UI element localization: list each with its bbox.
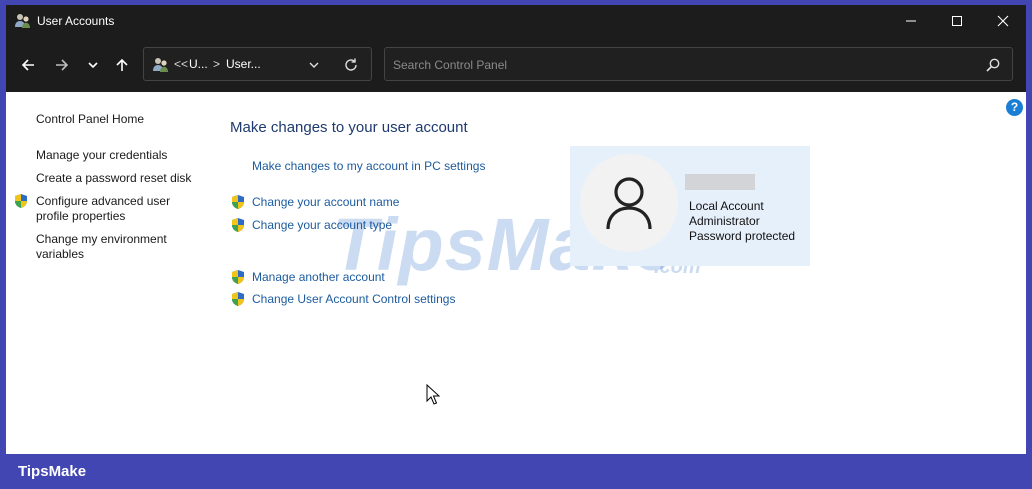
user-accounts-icon bbox=[153, 58, 168, 72]
chevron-down-icon[interactable] bbox=[306, 57, 322, 73]
pc-settings-link[interactable]: Make changes to my account in PC setting… bbox=[252, 159, 485, 173]
page-title: Make changes to your user account bbox=[230, 119, 468, 136]
search-box[interactable] bbox=[384, 47, 1013, 81]
user-accounts-window: User Accounts << U... > User... Search C… bbox=[6, 5, 1026, 454]
change-account-name-link[interactable]: Change your account name bbox=[252, 195, 399, 209]
uac-shield-icon bbox=[232, 270, 244, 284]
configure-profile-link-line2[interactable]: profile properties bbox=[36, 209, 125, 224]
mouse-cursor-icon bbox=[426, 384, 440, 405]
search-input[interactable] bbox=[393, 56, 973, 74]
maximize-button[interactable] bbox=[934, 5, 980, 37]
search-icon[interactable] bbox=[985, 57, 1001, 73]
control-panel-home-link[interactable]: Control Panel Home bbox=[36, 112, 144, 127]
up-button[interactable] bbox=[109, 53, 135, 77]
breadcrumb-item[interactable]: User... bbox=[226, 57, 261, 71]
close-icon bbox=[997, 15, 1009, 27]
window-title: User Accounts bbox=[37, 14, 115, 28]
uac-settings-link[interactable]: Change User Account Control settings bbox=[252, 292, 455, 306]
avatar bbox=[580, 154, 678, 252]
change-account-type-link[interactable]: Change your account type bbox=[252, 218, 392, 232]
refresh-icon[interactable] bbox=[343, 57, 359, 73]
forward-button[interactable] bbox=[49, 53, 75, 77]
help-icon[interactable]: ? bbox=[1006, 99, 1023, 116]
uac-shield-icon bbox=[232, 292, 244, 306]
account-role-text: Administrator bbox=[689, 214, 760, 228]
brand-logo-text: TipsMake bbox=[18, 463, 87, 480]
account-card: Local Account Administrator Password pro… bbox=[570, 146, 810, 266]
password-reset-disk-link[interactable]: Create a password reset disk bbox=[36, 171, 191, 186]
arrow-left-icon bbox=[21, 59, 34, 71]
content-area: ? Control Panel Home Manage your credent… bbox=[6, 92, 1026, 454]
navigation-bar: << U... > User... bbox=[6, 37, 1026, 92]
recent-locations-button[interactable] bbox=[80, 53, 106, 77]
chevron-down-icon bbox=[88, 62, 98, 69]
footer-banner: TipsMake bbox=[0, 454, 1032, 489]
title-bar: User Accounts bbox=[6, 5, 1026, 37]
breadcrumb-item[interactable]: U... bbox=[189, 57, 208, 71]
close-button[interactable] bbox=[980, 5, 1026, 37]
address-bar[interactable]: << U... > User... bbox=[143, 47, 372, 81]
user-icon bbox=[606, 177, 652, 230]
manage-credentials-link[interactable]: Manage your credentials bbox=[36, 148, 167, 163]
back-button[interactable] bbox=[15, 53, 41, 77]
uac-shield-icon bbox=[232, 195, 244, 209]
arrow-up-icon bbox=[116, 58, 128, 71]
uac-shield-icon bbox=[232, 218, 244, 232]
account-type-text: Local Account bbox=[689, 199, 764, 213]
minimize-icon bbox=[906, 20, 916, 22]
maximize-icon bbox=[952, 16, 962, 26]
breadcrumb-overflow[interactable]: << bbox=[174, 57, 188, 71]
configure-profile-link[interactable]: Configure advanced user bbox=[36, 194, 170, 209]
arrow-right-icon bbox=[56, 59, 69, 71]
user-accounts-icon bbox=[15, 14, 30, 28]
breadcrumb-separator: > bbox=[213, 57, 221, 71]
environment-variables-link-line2[interactable]: variables bbox=[36, 247, 84, 262]
minimize-button[interactable] bbox=[888, 5, 934, 37]
environment-variables-link[interactable]: Change my environment bbox=[36, 232, 167, 247]
uac-shield-icon bbox=[15, 194, 27, 208]
manage-another-account-link[interactable]: Manage another account bbox=[252, 270, 385, 284]
account-password-status: Password protected bbox=[689, 229, 796, 243]
username-redacted bbox=[685, 174, 755, 190]
